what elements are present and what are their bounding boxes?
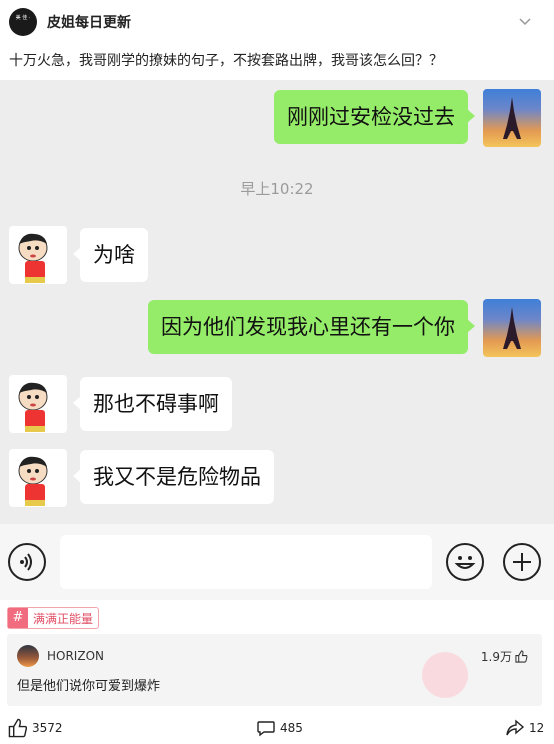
hashtag-icon: # (8, 608, 28, 628)
like-count: 3572 (32, 721, 63, 735)
chat-bubble-sent: 刚刚过安检没过去 (274, 90, 475, 144)
stamp-icon (422, 652, 468, 698)
comment-like-count[interactable]: 1.9万 (481, 648, 528, 665)
chat-input-bar (0, 524, 554, 600)
cartoon-kid-avatar-icon (9, 226, 67, 284)
comment-button[interactable]: 485 (256, 718, 303, 738)
chat-bubble-received: 我又不是危险物品 (73, 450, 274, 504)
comment-text: 但是他们说你可爱到爆炸 (17, 679, 161, 694)
cartoon-kid-avatar-icon (9, 449, 67, 507)
chat-bubble-received: 那也不碍事啊 (73, 377, 232, 431)
comment-count: 485 (280, 721, 303, 735)
commenter-name[interactable]: HORIZON (47, 649, 104, 663)
hot-comment[interactable]: HORIZON 1.9万 但是他们说你可爱到爆炸 (7, 634, 542, 706)
share-count: 12 (529, 721, 545, 735)
message-input[interactable] (60, 535, 432, 589)
chevron-down-icon[interactable] (518, 14, 532, 28)
thumbs-up-icon (515, 650, 528, 663)
topic-tag[interactable]: # 满满正能量 (7, 607, 100, 629)
share-button[interactable]: 12 (505, 718, 544, 738)
voice-icon[interactable] (8, 543, 46, 581)
chat-bubble-sent: 因为他们发现我心里还有一个你 (148, 300, 475, 354)
paris-avatar-icon (483, 299, 541, 357)
like-button[interactable]: 3572 (8, 718, 63, 738)
emoji-icon[interactable] (446, 543, 484, 581)
account-name[interactable]: 皮姐每日更新 (47, 12, 131, 32)
post-question: 十万火急，我哥刚学的撩妹的句子，不按套路出牌，我哥该怎么回？？ (9, 53, 443, 69)
thumbs-up-icon (8, 718, 28, 738)
comment-like-value: 1.9万 (480, 650, 512, 664)
action-bar: 3572 485 12 (0, 712, 554, 744)
plus-icon[interactable] (503, 543, 541, 581)
chat-screenshot: 刚刚过安检没过去 早上10:22 为啥 因为他们发现我心里还有一个你 那也不碍事… (0, 80, 554, 524)
paris-avatar-icon (483, 89, 541, 147)
cartoon-kid-avatar-icon (9, 375, 67, 433)
commenter-avatar[interactable] (17, 645, 39, 667)
chat-timestamp: 早上10:22 (240, 180, 314, 198)
post-header: 美 佳 · 皮姐每日更新 (0, 0, 554, 44)
comment-bubble-icon (257, 721, 275, 737)
chat-bubble-received: 为啥 (73, 228, 148, 282)
account-avatar[interactable]: 美 佳 · (9, 8, 37, 36)
topic-tag-label: 满满正能量 (33, 611, 94, 626)
share-icon (506, 719, 525, 736)
